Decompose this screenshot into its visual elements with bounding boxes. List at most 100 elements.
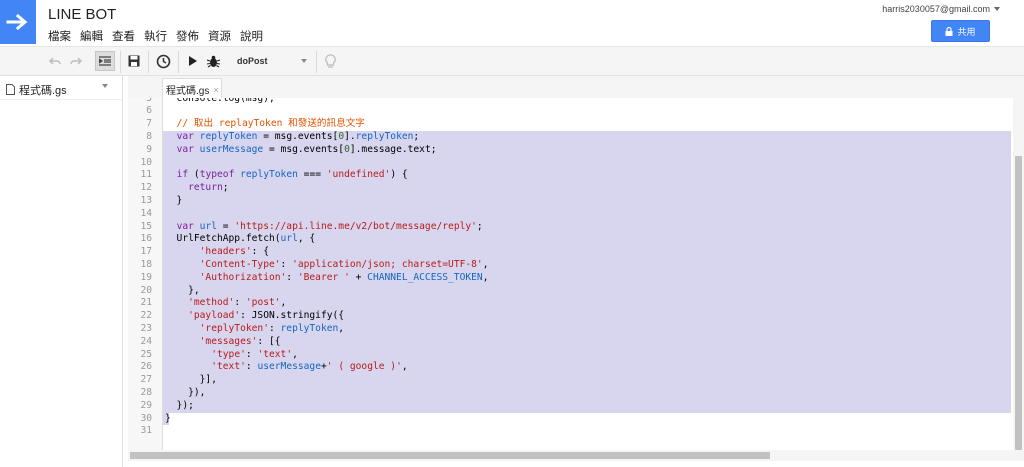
redo-button[interactable] — [67, 51, 85, 71]
code-text: } — [165, 412, 171, 424]
menu-edit[interactable]: 編輯 — [80, 28, 103, 44]
project-title[interactable]: LINE BOT — [48, 6, 116, 23]
code-line: 20 }, — [128, 285, 1013, 298]
code-line: 24 'messages': [{ — [128, 336, 1013, 349]
save-button[interactable] — [125, 51, 143, 71]
menu-publish[interactable]: 發佈 — [176, 28, 199, 44]
save-icon — [128, 55, 140, 67]
code-line: 19 'Authorization': 'Bearer ' + CHANNEL_… — [128, 272, 1013, 285]
indent-button[interactable] — [95, 51, 115, 71]
line-number: 18 — [140, 259, 152, 270]
arrow-right-icon — [6, 13, 28, 31]
tab-label: 程式碼.gs — [166, 86, 210, 97]
code-text: // 取出 replayToken 和發送的訊息文字 — [165, 118, 365, 130]
code-line: 18 'Content-Type': 'application/json; ch… — [128, 259, 1013, 272]
file-name: 程式碼.gs — [19, 84, 67, 97]
code-text: 'method': 'post', — [188, 297, 287, 309]
caret-down-icon — [994, 7, 1000, 11]
code-text: }], — [165, 374, 217, 386]
vertical-scrollbar[interactable] — [1013, 98, 1024, 450]
line-number: 24 — [140, 335, 152, 347]
apps-script-logo[interactable] — [0, 0, 36, 44]
function-select-value: doPost — [237, 56, 268, 66]
execution-hint-button[interactable] — [321, 51, 339, 71]
code-line: 15 var url = 'https://api.line.me/v2/bot… — [128, 221, 1013, 234]
tab-code-gs[interactable]: 程式碼.gs × — [162, 78, 222, 100]
account-email: harris2030057@gmail.com — [882, 4, 990, 14]
menu-file[interactable]: 檔案 — [48, 28, 71, 44]
triggers-button[interactable] — [153, 51, 173, 71]
code-text: }); — [165, 399, 194, 411]
code-line: 30} — [128, 413, 1013, 426]
toolbar: doPost — [0, 46, 1024, 76]
line-number: 9 — [146, 143, 152, 155]
clock-icon — [156, 54, 170, 68]
line-number: 8 — [146, 131, 152, 142]
toolbar-divider — [148, 51, 149, 73]
line-number: 11 — [140, 169, 152, 181]
code-line: 29 }); — [128, 400, 1013, 413]
horizontal-scroll-thumb[interactable] — [130, 452, 770, 459]
undo-icon — [49, 57, 61, 65]
line-number: 14 — [140, 207, 152, 219]
code-line: 25 'type': 'text', — [128, 349, 1013, 362]
caret-down-icon — [301, 59, 307, 63]
line-number: 22 — [140, 310, 152, 322]
line-number: 6 — [146, 105, 152, 117]
code-line: 27 }], — [128, 374, 1013, 387]
code-line: 11 if (typeof replyToken === 'undefined'… — [128, 169, 1013, 182]
code-text: 'messages': [{ — [199, 335, 281, 347]
code-text: 'type': 'text', — [211, 348, 298, 360]
menu-view[interactable]: 查看 — [112, 28, 135, 44]
line-number: 19 — [140, 271, 152, 283]
line-number: 12 — [140, 182, 152, 194]
code-text: 'Authorization': 'Bearer ' + CHANNEL_ACC… — [199, 271, 489, 283]
vertical-scroll-thumb[interactable] — [1015, 156, 1022, 450]
code-line: 12 return; — [128, 182, 1013, 195]
indent-icon — [99, 56, 111, 66]
line-number: 29 — [140, 399, 152, 411]
line-number: 27 — [140, 374, 152, 386]
share-label: 共用 — [957, 26, 976, 37]
undo-button[interactable] — [46, 51, 64, 71]
code-line: 13 } — [128, 195, 1013, 208]
function-select[interactable]: doPost — [233, 52, 311, 70]
code-line: 31 — [128, 425, 1013, 438]
line-number: 17 — [140, 246, 152, 258]
code-text: var replyToken = msg.events[0].replyToke… — [176, 131, 420, 142]
code-text: console.log(msg); — [165, 98, 275, 104]
code-line: 26 'text': userMessage+' ( google )', — [128, 361, 1013, 374]
lightbulb-icon — [324, 53, 336, 68]
account-menu[interactable]: harris2030057@gmail.com — [882, 4, 1000, 14]
line-number: 13 — [140, 195, 152, 206]
code-text: }), — [165, 387, 206, 398]
debug-button[interactable] — [204, 51, 222, 71]
horizontal-scrollbar[interactable] — [128, 450, 1024, 461]
menu-help[interactable]: 說明 — [240, 28, 263, 44]
file-panel: 程式碼.gs — [0, 76, 123, 467]
run-button[interactable] — [184, 51, 200, 71]
code-line: 28 }), — [128, 387, 1013, 400]
line-number: 20 — [140, 284, 152, 296]
code-line: 5 console.log(msg); — [128, 98, 1013, 105]
code-text: UrlFetchApp.fetch(url, { — [165, 233, 316, 245]
line-number: 23 — [140, 323, 152, 334]
menu-resources[interactable]: 資源 — [208, 28, 231, 44]
line-number: 21 — [140, 297, 152, 309]
redo-icon — [70, 57, 82, 65]
code-line: 23 'replyToken': replyToken, — [128, 323, 1013, 336]
close-icon[interactable]: × — [213, 85, 218, 95]
menu-run[interactable]: 執行 — [144, 28, 167, 44]
code-text: var userMessage = msg.events[0].message.… — [176, 143, 437, 155]
tab-bar: 程式碼.gs × — [128, 76, 1024, 100]
file-menu-caret-icon[interactable] — [102, 84, 108, 88]
code-text: 'text': userMessage+' ( google )', — [211, 361, 408, 373]
code-line: 10 — [128, 157, 1013, 170]
file-item[interactable]: 程式碼.gs — [0, 80, 122, 100]
share-button[interactable]: 共用 — [931, 20, 990, 42]
code-text: 'headers': { — [199, 246, 269, 258]
lock-icon — [945, 26, 953, 36]
code-editor[interactable]: 5 console.log(msg); 6 7 // 取出 replayToken … — [128, 98, 1013, 450]
line-number: 31 — [140, 425, 152, 437]
file-icon — [6, 84, 15, 95]
